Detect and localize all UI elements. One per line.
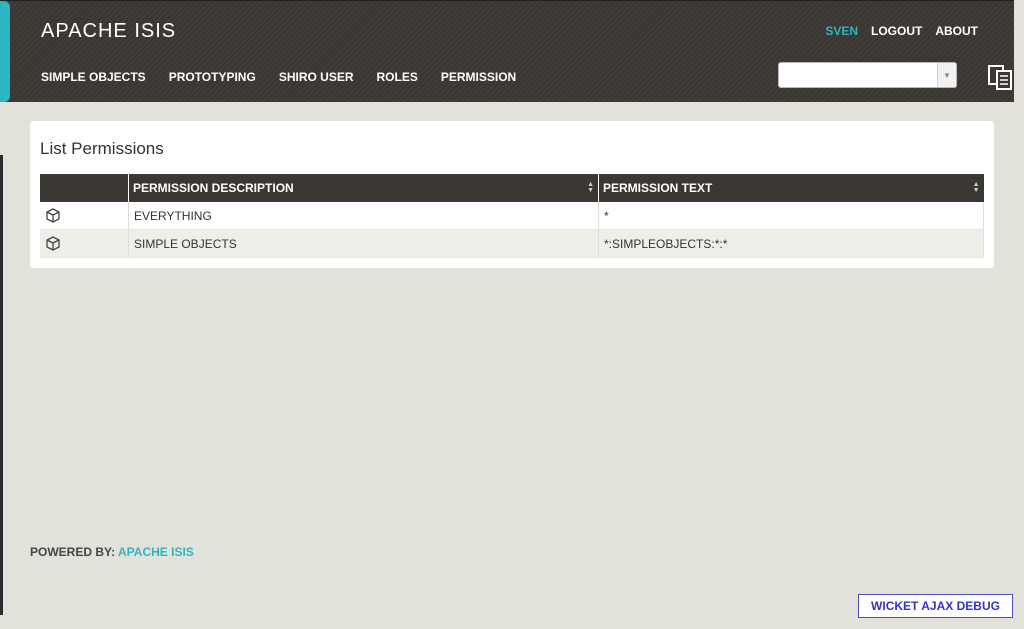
column-header-description[interactable]: PERMISSION DESCRIPTION ▲ ▼ <box>128 174 599 202</box>
sort-icon[interactable]: ▲ ▼ <box>587 181 594 194</box>
about-link[interactable]: ABOUT <box>935 24 978 38</box>
cell-text[interactable]: *:SIMPLEOBJECTS:*:* <box>598 229 984 258</box>
wicket-ajax-debug-button[interactable]: WICKET AJAX DEBUG <box>858 594 1013 618</box>
chevron-down-icon[interactable]: ▼ <box>937 63 956 87</box>
column-header-icon <box>40 174 129 202</box>
main-menu: SIMPLE OBJECTS PROTOTYPING SHIRO USER RO… <box>41 70 516 84</box>
app-title[interactable]: APACHE ISIS <box>41 20 176 43</box>
cell-description[interactable]: SIMPLE OBJECTS <box>128 229 599 258</box>
column-header-text[interactable]: PERMISSION TEXT ▲ ▼ <box>598 174 984 202</box>
user-links: SVEN LOGOUT ABOUT <box>825 24 978 38</box>
left-edge-bar <box>0 155 3 615</box>
footer: POWERED BY: APACHE ISIS <box>30 545 194 559</box>
menu-roles[interactable]: ROLES <box>377 70 418 84</box>
menu-prototyping[interactable]: PROTOTYPING <box>169 70 256 84</box>
header-bar: APACHE ISIS SVEN LOGOUT ABOUT SIMPLE OBJ… <box>0 0 1014 102</box>
menu-permission[interactable]: PERMISSION <box>441 70 516 84</box>
accent-strip <box>0 1 10 102</box>
permissions-panel: List Permissions PERMISSION DESCRIPTION … <box>30 121 994 268</box>
cube-icon[interactable] <box>45 235 61 252</box>
column-header-description-label: PERMISSION DESCRIPTION <box>133 181 294 195</box>
row-icon-cell[interactable] <box>40 202 129 230</box>
search-select[interactable]: ▼ <box>778 62 957 88</box>
cube-icon[interactable] <box>45 207 61 224</box>
row-icon-cell[interactable] <box>40 229 129 258</box>
footer-link[interactable]: APACHE ISIS <box>118 545 194 559</box>
panel-title: List Permissions <box>40 139 164 158</box>
table-header-row: PERMISSION DESCRIPTION ▲ ▼ PERMISSION TEX… <box>40 174 984 202</box>
column-header-text-label: PERMISSION TEXT <box>603 181 713 195</box>
logout-link[interactable]: LOGOUT <box>871 24 922 38</box>
footer-label: POWERED BY: <box>30 545 116 559</box>
sort-icon[interactable]: ▲ ▼ <box>973 181 980 194</box>
table-row[interactable]: EVERYTHING * <box>40 202 984 230</box>
table-row[interactable]: SIMPLE OBJECTS *:SIMPLEOBJECTS:*:* <box>40 229 984 258</box>
cell-description[interactable]: EVERYTHING <box>128 202 599 230</box>
clipboard-icon[interactable] <box>987 63 1015 91</box>
menu-simple-objects[interactable]: SIMPLE OBJECTS <box>41 70 146 84</box>
menu-shiro-user[interactable]: SHIRO USER <box>279 70 354 84</box>
user-link[interactable]: SVEN <box>825 24 858 38</box>
permissions-table: PERMISSION DESCRIPTION ▲ ▼ PERMISSION TEX… <box>40 174 984 258</box>
cell-text[interactable]: * <box>598 202 984 230</box>
